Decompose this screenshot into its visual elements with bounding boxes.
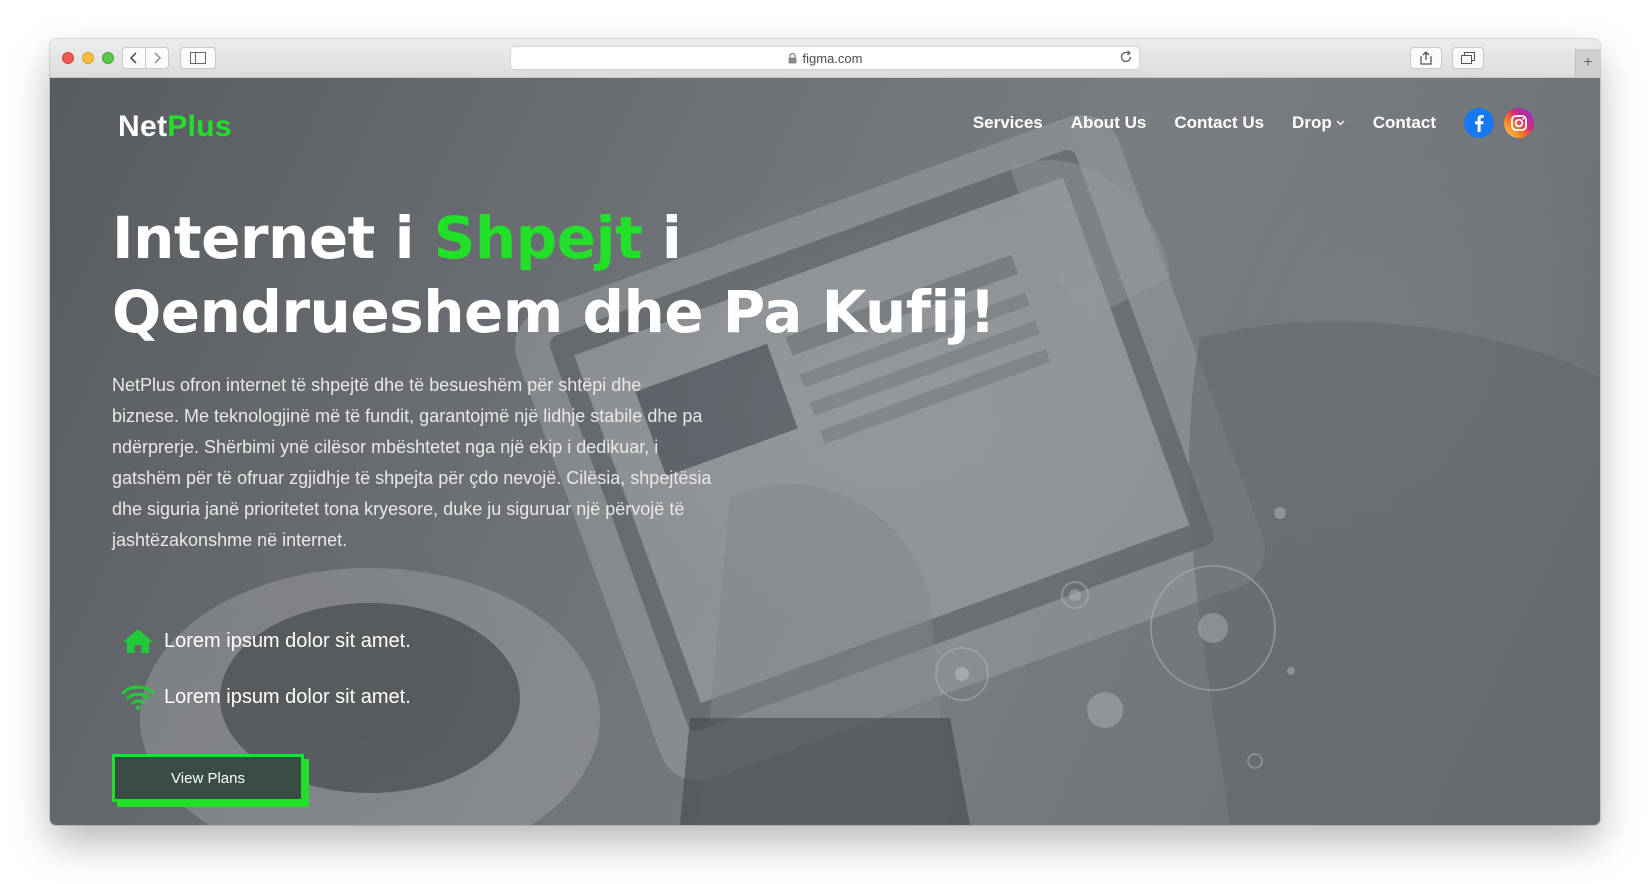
headline-accent: Shpejt <box>433 204 643 272</box>
nav-link-contact-us[interactable]: Contact Us <box>1174 113 1264 133</box>
address-bar[interactable]: figma.com <box>510 46 1140 70</box>
sidebar-icon <box>190 52 206 64</box>
instagram-icon[interactable] <box>1504 108 1534 138</box>
view-plans-button[interactable]: View Plans <box>112 754 304 802</box>
feature-item: Lorem ipsum dolor sit amet. <box>120 684 411 710</box>
share-button[interactable] <box>1410 47 1442 69</box>
facebook-icon[interactable] <box>1464 108 1494 138</box>
nav-link-contact[interactable]: Contact <box>1373 113 1436 133</box>
logo-text-main: Net <box>118 110 168 143</box>
nav-link-services[interactable]: Services <box>973 113 1043 133</box>
headline-part1: Internet i <box>112 204 434 272</box>
nav-link-about[interactable]: About Us <box>1071 113 1147 133</box>
plus-icon: + <box>1583 54 1593 71</box>
home-icon <box>120 627 156 655</box>
wifi-icon <box>120 684 156 710</box>
feature-item: Lorem ipsum dolor sit amet. <box>120 627 411 655</box>
forward-button[interactable] <box>145 47 169 69</box>
browser-window: figma.com + NetPlus Services About Us Co… <box>50 39 1600 825</box>
sidebar-toggle-button[interactable] <box>180 47 216 69</box>
chevron-left-icon <box>129 52 137 64</box>
lock-icon <box>788 52 797 64</box>
share-icon <box>1420 51 1432 65</box>
address-url: figma.com <box>802 50 863 66</box>
logo-text-accent: Plus <box>167 110 232 143</box>
back-button[interactable] <box>122 47 146 69</box>
minimize-window-button[interactable] <box>82 52 94 64</box>
web-page: NetPlus Services About Us Contact Us Dro… <box>50 78 1600 825</box>
feature-text: Lorem ipsum dolor sit amet. <box>164 685 411 708</box>
new-tab-button[interactable]: + <box>1575 49 1600 77</box>
site-logo[interactable]: NetPlus <box>118 110 232 144</box>
reload-icon[interactable] <box>1119 50 1133 64</box>
chevron-down-icon <box>1336 120 1345 126</box>
main-nav: Services About Us Contact Us Drop Contac… <box>945 108 1534 138</box>
browser-toolbar: figma.com + <box>50 39 1600 78</box>
hero-headline: Internet i Shpejt i Qendrueshem dhe Pa K… <box>112 201 996 349</box>
tabs-icon <box>1461 52 1475 64</box>
hero-description: NetPlus ofron internet të shpejtë dhe të… <box>112 375 712 550</box>
tabs-overview-button[interactable] <box>1452 47 1484 69</box>
headline-part2: i <box>642 204 682 272</box>
view-plans-wrapper: View Plans <box>112 754 309 807</box>
headline-line2: Qendrueshem dhe Pa Kufij! <box>112 278 996 346</box>
chevron-right-icon <box>154 52 162 64</box>
feature-text: Lorem ipsum dolor sit amet. <box>164 629 411 652</box>
nav-dropdown-label: Drop <box>1292 113 1332 132</box>
close-window-button[interactable] <box>62 52 74 64</box>
nav-dropdown-drop[interactable]: Drop <box>1292 113 1345 133</box>
maximize-window-button[interactable] <box>102 52 114 64</box>
